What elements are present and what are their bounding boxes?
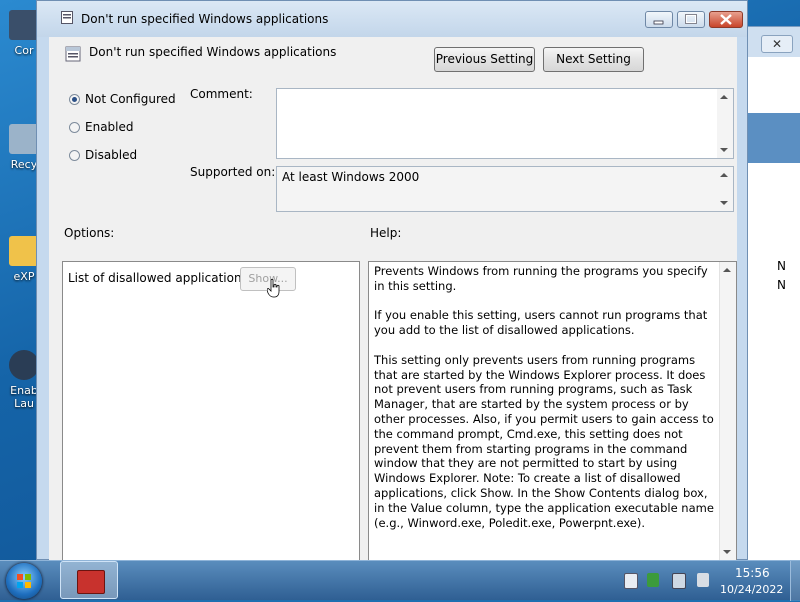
clock-date[interactable]: 10/24/2022 [720,583,783,596]
previous-setting-button[interactable]: Previous Setting [434,47,535,72]
background-window-close-button[interactable]: ✕ [761,35,793,53]
scroll-down-icon[interactable] [720,148,728,152]
close-icon: ✕ [771,37,783,51]
minimize-icon [653,20,664,25]
options-label: Options: [64,226,115,240]
policy-setting-dialog: Don't run specified Windows applications… [36,0,748,561]
not-configured-label[interactable]: Not Configured [85,92,176,106]
desktop-icon-label: Recy [10,158,38,171]
enabled-label[interactable]: Enabled [85,120,134,134]
setting-header-title: Don't run specified Windows applications [89,45,337,59]
background-window-cell: N [777,278,786,292]
folder-icon [9,236,39,266]
close-button[interactable] [709,11,743,28]
scroll-down-icon[interactable] [720,201,728,205]
comment-textarea[interactable] [276,88,734,159]
enabled-radio[interactable] [69,122,80,133]
desktop-icon-label: Enab Lau [10,384,38,410]
close-icon [720,14,732,25]
scroll-down-icon[interactable] [723,550,731,554]
maximize-button[interactable] [677,11,705,28]
policy-setting-icon [65,46,81,62]
dialog-content: Don't run specified Windows applications… [49,37,737,561]
minimize-button[interactable] [645,11,673,28]
options-panel: List of disallowed applications Show... [62,261,360,561]
not-configured-radio[interactable] [69,94,80,105]
comment-label: Comment: [190,87,253,101]
supported-on-value: At least Windows 2000 [282,170,420,184]
desktop-icon-label: eXP [13,270,35,283]
disallowed-list-label: List of disallowed applications [68,271,248,285]
background-window-selection [741,113,800,163]
flag-icon[interactable] [624,573,638,589]
supported-on-field: At least Windows 2000 [276,166,734,212]
volume-muted-icon[interactable] [697,573,709,587]
launcher-icon [9,350,39,380]
mouse-cursor-icon [266,278,281,302]
start-button[interactable] [6,563,42,599]
supported-on-scrollbar[interactable] [717,167,733,211]
toolbox-icon [77,570,105,594]
windows-logo-icon [17,574,31,588]
help-label: Help: [370,226,402,240]
computer-icon [9,10,39,40]
desktop-icon-label: Cor [14,44,34,57]
background-window-cell: N [777,259,786,273]
clock-time[interactable]: 15:56 [735,566,770,580]
next-setting-button[interactable]: Next Setting [543,47,644,72]
taskbar: 15:56 10/24/2022 [0,560,800,601]
supported-on-label: Supported on: [190,165,276,179]
action-center-icon[interactable] [672,573,686,589]
recycle-bin-icon [9,124,39,154]
comment-scrollbar[interactable] [717,89,733,158]
maximize-icon [685,14,697,24]
scroll-up-icon[interactable] [720,173,728,177]
network-icon[interactable] [647,573,659,587]
title-bar[interactable]: Don't run specified Windows applications [37,1,747,37]
policy-icon [61,11,73,24]
help-scrollbar[interactable] [719,262,736,560]
window-title: Don't run specified Windows applications [81,12,329,26]
show-desktop-button[interactable] [790,561,800,601]
scroll-up-icon[interactable] [723,268,731,272]
disabled-radio[interactable] [69,150,80,161]
help-text: Prevents Windows from running the progra… [374,264,714,530]
taskbar-item-group-policy[interactable] [60,561,118,599]
scroll-up-icon[interactable] [720,95,728,99]
help-panel: Prevents Windows from running the progra… [368,261,737,561]
disabled-label[interactable]: Disabled [85,148,137,162]
